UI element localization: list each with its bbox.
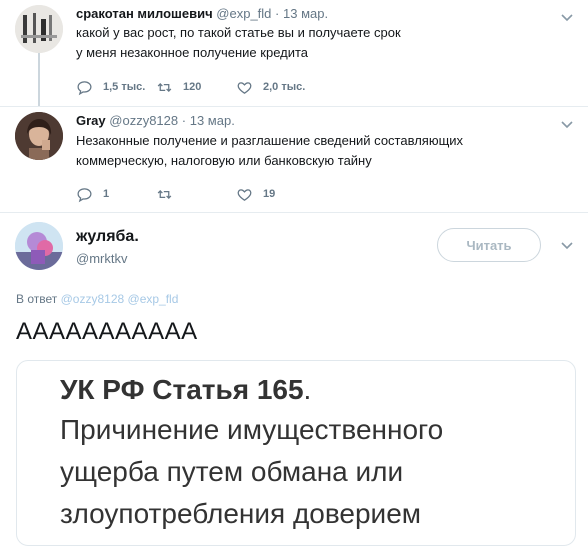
- media-line: Причинение имущественного: [60, 414, 444, 445]
- heart-icon: [237, 81, 252, 94]
- avatar[interactable]: [15, 5, 63, 53]
- tweet-header: Gray @ozzy8128 · 13 мар.: [76, 113, 235, 128]
- tweet-text-line: коммерческую, налоговую или банковскую т…: [76, 153, 372, 168]
- like-button[interactable]: 19: [236, 185, 275, 203]
- media-title-bold: УК РФ Статья 165: [60, 374, 304, 405]
- author-handle[interactable]: @exp_fld: [216, 6, 271, 21]
- tweet-actions: 1 19: [76, 185, 556, 203]
- media-title: УК РФ Статья 165.: [60, 371, 540, 409]
- heart-icon: [237, 188, 252, 201]
- divider: [0, 212, 588, 213]
- reply-count: 1: [103, 188, 110, 200]
- tweet-date[interactable]: 13 мар.: [190, 113, 235, 128]
- thread-connector: [38, 48, 40, 106]
- like-count: 2,0 тыс.: [263, 81, 306, 93]
- follow-button[interactable]: Читать: [437, 228, 541, 262]
- tweet-date[interactable]: 13 мар.: [283, 6, 328, 21]
- reply-icon: [77, 80, 92, 95]
- replying-prefix: В ответ: [16, 292, 58, 306]
- media-title-suffix: .: [303, 374, 312, 405]
- tweet-header: сракотан милошевич @exp_fld · 13 мар.: [76, 6, 328, 21]
- author-name[interactable]: сракотан милошевич: [76, 6, 213, 21]
- media-image[interactable]: УК РФ Статья 165. Причинение имущественн…: [16, 360, 576, 546]
- media-line: ущерба путем обмана или: [60, 456, 404, 487]
- chevron-down-icon[interactable]: [560, 120, 574, 130]
- chevron-down-icon[interactable]: [560, 241, 574, 251]
- tweet-text: Незаконные получение и разглашение сведе…: [76, 131, 463, 171]
- tweet-text-line: какой у вас рост, по такой статье вы и п…: [76, 25, 401, 40]
- media-line: злоупотребления доверием: [60, 498, 422, 529]
- retweet-button[interactable]: 120: [156, 78, 201, 96]
- author-name[interactable]: жуляба.: [76, 228, 139, 246]
- like-button[interactable]: 2,0 тыс.: [236, 78, 305, 96]
- tweet-text: ААААААААААА: [16, 318, 198, 345]
- retweet-icon: [157, 189, 172, 199]
- tweet-actions: 1,5 тыс. 120 2,0 тыс.: [76, 78, 556, 96]
- divider: [0, 106, 588, 107]
- author-handle[interactable]: @mrktkv: [76, 251, 127, 266]
- reply-icon: [77, 187, 92, 202]
- chevron-down-icon[interactable]: [560, 13, 574, 23]
- tweet-text: какой у вас рост, по такой статье вы и п…: [76, 23, 401, 63]
- separator: ·: [181, 113, 187, 128]
- retweet-count: 120: [183, 81, 202, 93]
- reply-count: 1,5 тыс.: [103, 81, 146, 93]
- media-content: УК РФ Статья 165. Причинение имущественн…: [60, 371, 540, 535]
- retweet-button[interactable]: [156, 185, 183, 203]
- retweet-icon: [157, 82, 172, 92]
- avatar[interactable]: [15, 222, 63, 270]
- mention-link[interactable]: @ozzy8128: [61, 292, 125, 306]
- like-count: 19: [263, 188, 276, 200]
- mention-link[interactable]: @exp_fld: [128, 292, 179, 306]
- tweet-text-line: у меня незаконное получение кредита: [76, 45, 309, 60]
- author-handle[interactable]: @ozzy8128: [109, 113, 178, 128]
- avatar[interactable]: [15, 112, 63, 160]
- author-name[interactable]: Gray: [76, 113, 106, 128]
- separator: ·: [275, 6, 280, 21]
- tweet-text-line: Незаконные получение и разглашение сведе…: [76, 133, 464, 148]
- reply-button[interactable]: 1: [76, 185, 109, 203]
- replying-to: В ответ @ozzy8128 @exp_fld: [16, 292, 178, 306]
- reply-button[interactable]: 1,5 тыс.: [76, 78, 145, 96]
